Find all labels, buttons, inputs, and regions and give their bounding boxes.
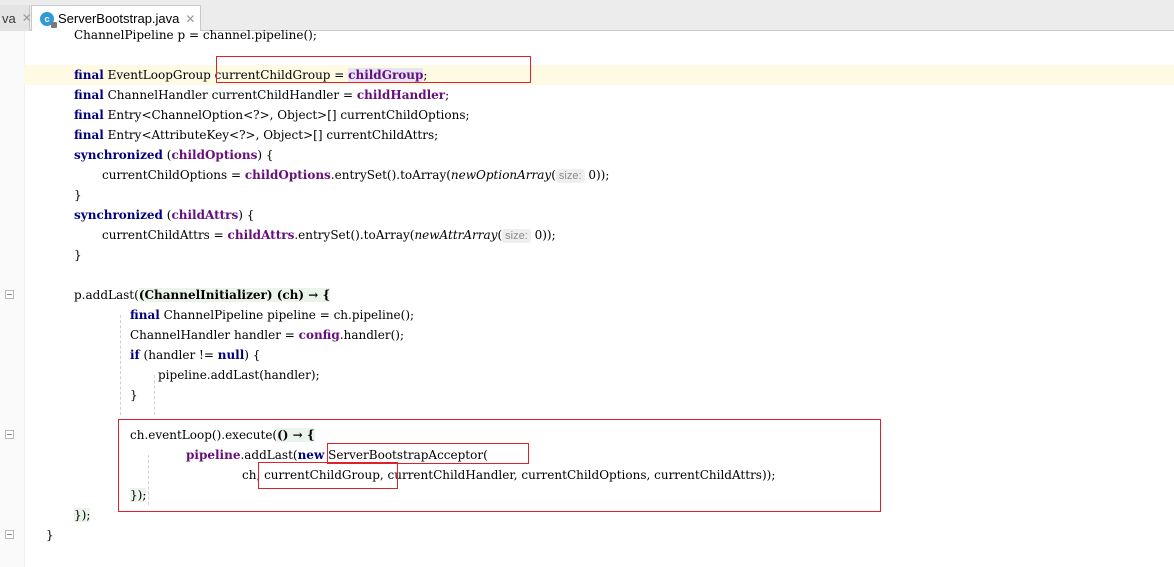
- parameter-hint: size:: [502, 229, 531, 243]
- indent-guide: [154, 375, 155, 415]
- keyword: synchronized: [74, 208, 163, 222]
- code-line: ChannelHandler handler = config.handler(…: [130, 325, 404, 345]
- close-icon[interactable]: ✕: [185, 12, 195, 26]
- parameter-hint: size:: [555, 169, 585, 183]
- code-line: ChannelPipeline p = channel.pipeline();: [74, 25, 317, 45]
- fold-toggle-icon[interactable]: [5, 290, 14, 299]
- code-line: if (handler != null) {: [130, 345, 260, 365]
- code-text: 0));: [530, 228, 556, 242]
- code-line: final Entry<AttributeKey<?>, Object>[] c…: [74, 125, 438, 145]
- code-text: .handler();: [339, 328, 404, 342]
- annotation-box-acceptor: [327, 443, 529, 464]
- field-reference: childOptions: [244, 168, 331, 182]
- code-text: (handler !=: [139, 348, 218, 362]
- keyword: final: [130, 308, 160, 322]
- code-line: }: [74, 185, 82, 205]
- keyword: final: [74, 108, 104, 122]
- keyword: final: [74, 128, 104, 142]
- field-reference: childHandler: [356, 88, 446, 102]
- keyword: final: [74, 88, 104, 102]
- fold-toggle-icon[interactable]: [5, 530, 14, 539]
- code-text: Entry<AttributeKey<?>, Object>[] current…: [103, 128, 439, 142]
- code-line: pipeline.addLast(handler);: [158, 365, 320, 385]
- annotation-box-execute-block: [118, 419, 881, 512]
- code-text: ChannelHandler handler =: [130, 328, 299, 342]
- lambda-expression: });: [74, 508, 91, 522]
- code-text: }: [46, 528, 54, 542]
- code-line: final ChannelPipeline pipeline = ch.pipe…: [130, 305, 414, 325]
- code-line: p.addLast((ChannelInitializer) (ch) → {: [74, 285, 331, 305]
- field-reference: childOptions: [171, 148, 258, 162]
- fold-toggle-icon[interactable]: [5, 430, 14, 439]
- keyword: if: [130, 348, 140, 362]
- code-text: ChannelPipeline pipeline = ch.pipeline()…: [159, 308, 415, 322]
- code-line: currentChildOptions = childOptions.entry…: [102, 165, 609, 185]
- code-line: }: [46, 525, 54, 545]
- code-text: ) {: [238, 208, 255, 222]
- code-text: .entrySet().toArray(: [294, 228, 415, 242]
- lock-icon: [51, 21, 57, 28]
- code-text: currentChildOptions =: [102, 168, 245, 182]
- method-call: newAttrArray: [414, 228, 498, 242]
- code-text: .entrySet().toArray(: [330, 168, 451, 182]
- tab-previous-file[interactable]: va ✕: [0, 5, 32, 31]
- editor-gutter: [0, 31, 25, 567]
- code-text: }: [74, 188, 82, 202]
- code-text: currentChildAttrs =: [102, 228, 228, 242]
- keyword: null: [217, 348, 245, 362]
- code-line: synchronized (childAttrs) {: [74, 205, 254, 225]
- keyword: synchronized: [74, 148, 163, 162]
- class-icon-letter: c: [44, 13, 50, 24]
- code-text: ChannelHandler currentChildHandler =: [103, 88, 357, 102]
- code-line: final ChannelHandler currentChildHandler…: [74, 85, 449, 105]
- code-line: final Entry<ChannelOption<?>, Object>[] …: [74, 105, 470, 125]
- code-line: }: [130, 385, 138, 405]
- code-line: synchronized (childOptions) {: [74, 145, 274, 165]
- tab-previous-file-label: va: [2, 10, 16, 26]
- tab-label: ServerBootstrap.java: [58, 11, 180, 26]
- java-class-file-icon: c: [40, 11, 57, 28]
- annotation-box-child-group: [216, 56, 531, 83]
- code-text: ChannelPipeline p = channel.pipeline();: [74, 28, 317, 42]
- code-text: ) {: [244, 348, 261, 362]
- method-call: newOptionArray: [450, 168, 552, 182]
- field-reference: config: [298, 328, 340, 342]
- code-line: currentChildAttrs = childAttrs.entrySet(…: [102, 225, 556, 245]
- field-reference: childAttrs: [227, 228, 295, 242]
- indent-guide: [120, 315, 121, 415]
- code-text: pipeline.addLast(handler);: [158, 368, 320, 382]
- keyword: final: [74, 68, 104, 82]
- field-reference: childAttrs: [171, 208, 239, 222]
- code-text: ;: [445, 88, 450, 102]
- code-text: ) {: [257, 148, 274, 162]
- code-line: }: [74, 245, 82, 265]
- code-text: }: [130, 388, 138, 402]
- code-text: 0));: [584, 168, 610, 182]
- code-text: }: [74, 248, 82, 262]
- code-line: });: [74, 505, 91, 525]
- lambda-expression: (ChannelInitializer) (ch) → {: [138, 288, 331, 302]
- code-text: p.addLast(: [74, 288, 139, 302]
- annotation-box-current-child-group: [258, 462, 398, 489]
- code-text: Entry<ChannelOption<?>, Object>[] curren…: [103, 108, 470, 122]
